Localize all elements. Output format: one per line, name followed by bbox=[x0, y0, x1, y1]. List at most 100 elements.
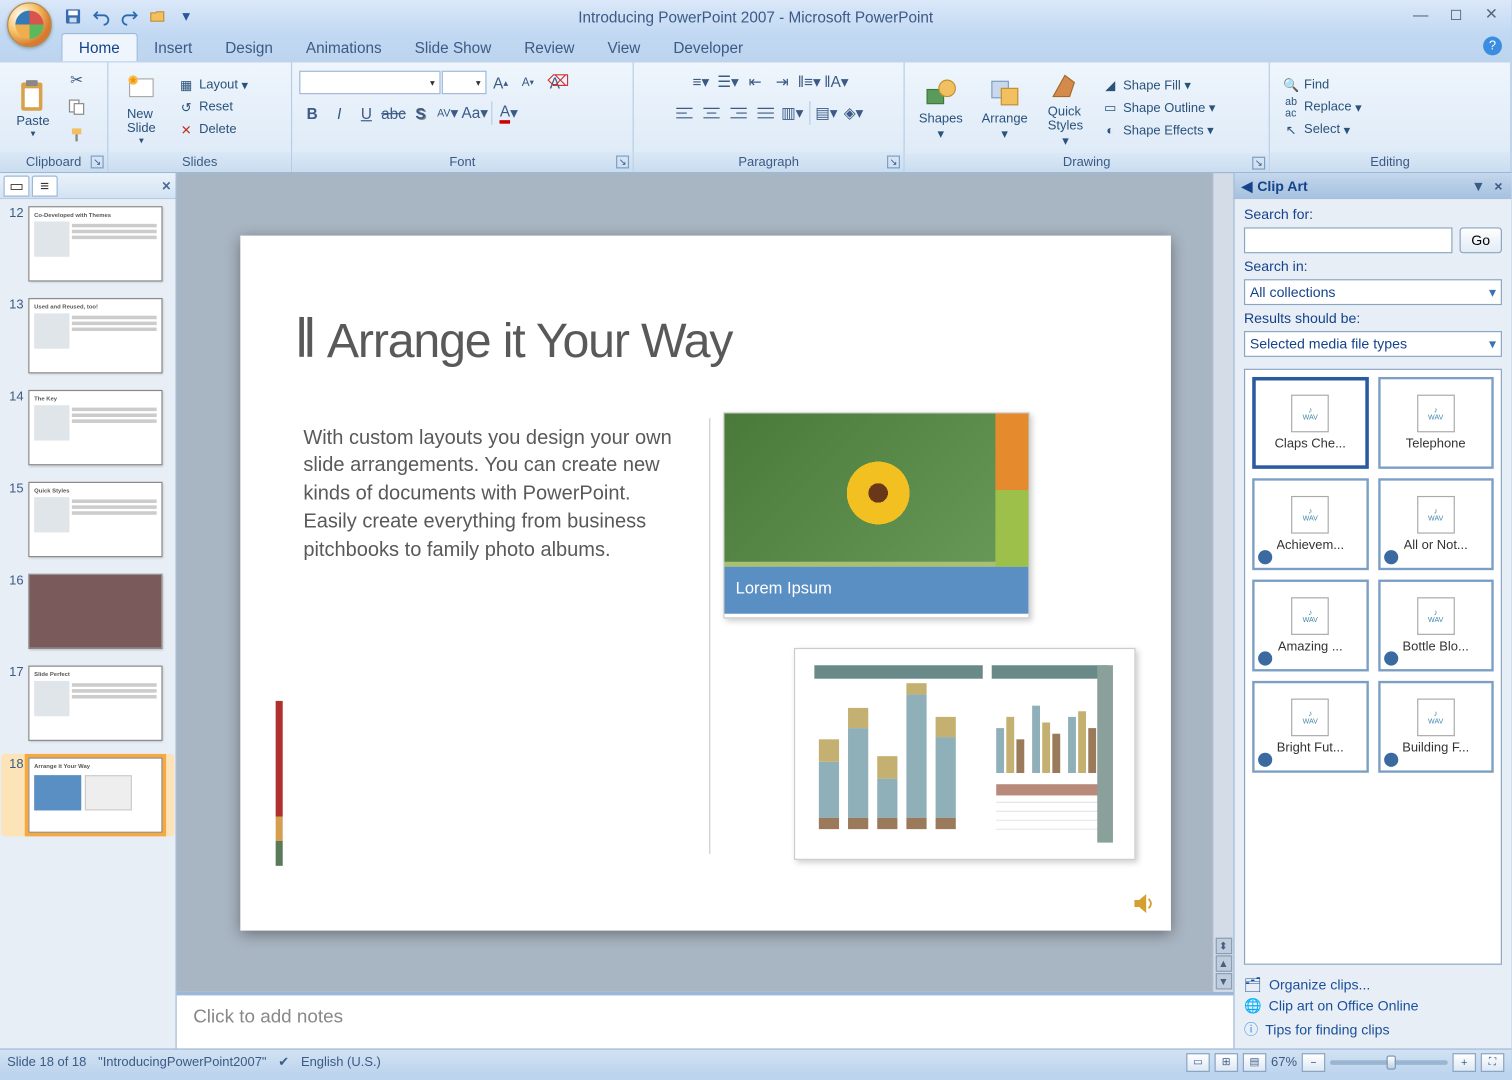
thumbnail-slide-17[interactable]: 17Slide Perfect bbox=[5, 666, 171, 741]
tab-developer[interactable]: Developer bbox=[657, 34, 760, 61]
clear-formatting-button[interactable]: A⌫ bbox=[542, 70, 568, 96]
slide-title[interactable]: Arrange it Your Way bbox=[299, 313, 733, 368]
font-name-combo[interactable]: ▾ bbox=[299, 71, 440, 95]
shape-effects-button[interactable]: ◐Shape Effects ▾ bbox=[1096, 120, 1220, 141]
format-painter-button[interactable] bbox=[64, 121, 90, 147]
fit-to-window-button[interactable]: ⛶ bbox=[1481, 1053, 1505, 1072]
shape-outline-button[interactable]: ▭Shape Outline ▾ bbox=[1096, 97, 1220, 118]
increase-indent-button[interactable]: ⇥ bbox=[769, 70, 795, 96]
shapes-button[interactable]: Shapes▾ bbox=[912, 72, 970, 144]
arrange-button[interactable]: Arrange▾ bbox=[975, 72, 1035, 144]
bold-button[interactable]: B bbox=[299, 100, 325, 126]
clipart-item[interactable]: ♪WAVBottle Blo... bbox=[1378, 580, 1494, 672]
clipart-item[interactable]: ♪WAVBright Fut... bbox=[1252, 681, 1368, 773]
slideshow-view-button[interactable]: ▤ bbox=[1243, 1053, 1267, 1072]
replace-button[interactable]: abacReplace ▾ bbox=[1277, 97, 1366, 118]
slides-tab[interactable]: ▭ bbox=[4, 175, 30, 196]
normal-view-button[interactable]: ▭ bbox=[1186, 1053, 1210, 1072]
status-language[interactable]: English (U.S.) bbox=[301, 1055, 381, 1069]
open-icon[interactable] bbox=[146, 5, 170, 29]
thumbnail-slide-16[interactable]: 16 bbox=[5, 574, 171, 649]
char-spacing-button[interactable]: AV▾ bbox=[435, 100, 461, 126]
tab-home[interactable]: Home bbox=[61, 33, 137, 61]
reset-button[interactable]: ↺Reset bbox=[172, 97, 253, 118]
thumbnail-slide-15[interactable]: 15Quick Styles bbox=[5, 482, 171, 557]
clipart-item[interactable]: ♪WAVAchievem... bbox=[1252, 478, 1368, 570]
redo-icon[interactable] bbox=[118, 5, 142, 29]
zoom-out-button[interactable]: − bbox=[1302, 1053, 1326, 1072]
delete-button[interactable]: ✕Delete bbox=[172, 119, 253, 140]
thumbnail-slide-12[interactable]: 12Co-Developed with Themes bbox=[5, 206, 171, 281]
maximize-button[interactable]: ◻ bbox=[1443, 4, 1469, 25]
office-button[interactable] bbox=[7, 2, 52, 47]
undo-icon[interactable] bbox=[90, 5, 114, 29]
minimize-button[interactable]: — bbox=[1408, 4, 1434, 25]
clipart-item[interactable]: ♪WAVAmazing ... bbox=[1252, 580, 1368, 672]
clipart-search-input[interactable] bbox=[1244, 227, 1453, 253]
slide-canvas[interactable]: Arrange it Your Way With custom layouts … bbox=[240, 235, 1171, 930]
smartart-button[interactable]: ◈▾ bbox=[841, 100, 867, 126]
align-right-button[interactable] bbox=[725, 100, 751, 126]
zoom-in-button[interactable]: + bbox=[1452, 1053, 1476, 1072]
office-online-link[interactable]: 🌐Clip art on Office Online bbox=[1244, 998, 1502, 1014]
save-icon[interactable] bbox=[61, 5, 85, 29]
zoom-thumb[interactable] bbox=[1387, 1055, 1396, 1069]
tab-view[interactable]: View bbox=[591, 34, 657, 61]
align-center-button[interactable] bbox=[698, 100, 724, 126]
shadow-button[interactable]: S bbox=[408, 100, 434, 126]
strikethrough-button[interactable]: abc bbox=[380, 100, 406, 126]
pane-close-icon[interactable]: × bbox=[1490, 178, 1506, 194]
underline-button[interactable]: U bbox=[353, 100, 379, 126]
vertical-scrollbar[interactable]: ⬍ ▲ ▼ bbox=[1212, 173, 1233, 992]
layout-button[interactable]: ▦Layout ▾ bbox=[172, 74, 253, 95]
notes-pane[interactable]: Click to add notes bbox=[177, 992, 1234, 1049]
grow-font-button[interactable]: A▴ bbox=[488, 70, 514, 96]
outline-tab[interactable]: ≡ bbox=[32, 175, 58, 196]
find-button[interactable]: 🔍Find bbox=[1277, 74, 1366, 95]
tab-design[interactable]: Design bbox=[209, 34, 290, 61]
zoom-slider[interactable] bbox=[1330, 1060, 1448, 1065]
thumbnail-slide-13[interactable]: 13Used and Reused, too! bbox=[5, 298, 171, 373]
paragraph-launcher[interactable]: ↘ bbox=[887, 155, 900, 168]
help-icon[interactable]: ? bbox=[1483, 37, 1502, 56]
new-slide-button[interactable]: New Slide▾ bbox=[115, 67, 167, 148]
clipart-go-button[interactable]: Go bbox=[1460, 227, 1502, 253]
slide-image-sunflower[interactable]: Lorem Ipsum bbox=[723, 412, 1029, 618]
copy-button[interactable] bbox=[64, 94, 90, 120]
slide-body-text[interactable]: With custom layouts you design your own … bbox=[303, 423, 680, 563]
zoom-level[interactable]: 67% bbox=[1271, 1055, 1297, 1069]
tab-slide-show[interactable]: Slide Show bbox=[398, 34, 508, 61]
clipart-item[interactable]: ♪WAVTelephone bbox=[1378, 377, 1494, 469]
next-slide-arrow[interactable]: ▼ bbox=[1215, 973, 1231, 989]
align-text-button[interactable]: ▤▾ bbox=[813, 100, 839, 126]
thumbnail-slide-14[interactable]: 14The Key bbox=[5, 390, 171, 465]
paste-button[interactable]: Paste▾ bbox=[7, 74, 59, 141]
clipart-item[interactable]: ♪WAVBuilding F... bbox=[1378, 681, 1494, 773]
columns-button[interactable]: ▥▾ bbox=[779, 100, 805, 126]
shrink-font-button[interactable]: A▾ bbox=[515, 70, 541, 96]
clipart-item[interactable]: ♪WAVClaps Che... bbox=[1252, 377, 1368, 469]
italic-button[interactable]: I bbox=[326, 100, 352, 126]
sorter-view-button[interactable]: ⊞ bbox=[1214, 1053, 1238, 1072]
search-in-combo[interactable]: All collections▾ bbox=[1244, 279, 1502, 305]
cut-button[interactable]: ✂ bbox=[64, 67, 90, 93]
results-type-combo[interactable]: Selected media file types▾ bbox=[1244, 331, 1502, 357]
qat-customize-icon[interactable]: ▾ bbox=[174, 5, 198, 29]
shape-fill-button[interactable]: ◢Shape Fill ▾ bbox=[1096, 75, 1220, 96]
tab-insert[interactable]: Insert bbox=[137, 34, 208, 61]
tips-link[interactable]: ⓘTips for finding clips bbox=[1244, 1019, 1502, 1039]
change-case-button[interactable]: Aa▾ bbox=[462, 100, 488, 126]
thumbnail-slide-18[interactable]: 18Arrange it Your Way bbox=[1, 754, 174, 836]
spellcheck-icon[interactable]: ✔ bbox=[278, 1054, 289, 1069]
font-launcher[interactable]: ↘ bbox=[616, 155, 629, 168]
justify-button[interactable] bbox=[752, 100, 778, 126]
prev-slide-arrow[interactable]: ▲ bbox=[1215, 955, 1231, 971]
slide-image-chart[interactable] bbox=[793, 647, 1135, 859]
numbering-button[interactable]: ☰▾ bbox=[715, 70, 741, 96]
pane-close-icon[interactable]: × bbox=[162, 177, 171, 195]
pane-nav-icon[interactable]: ◀ bbox=[1242, 178, 1253, 194]
decrease-indent-button[interactable]: ⇤ bbox=[742, 70, 768, 96]
text-direction-button[interactable]: ‖A▾ bbox=[823, 70, 849, 96]
quick-styles-button[interactable]: Quick Styles▾ bbox=[1040, 65, 1092, 151]
select-button[interactable]: ↖Select ▾ bbox=[1277, 119, 1366, 140]
